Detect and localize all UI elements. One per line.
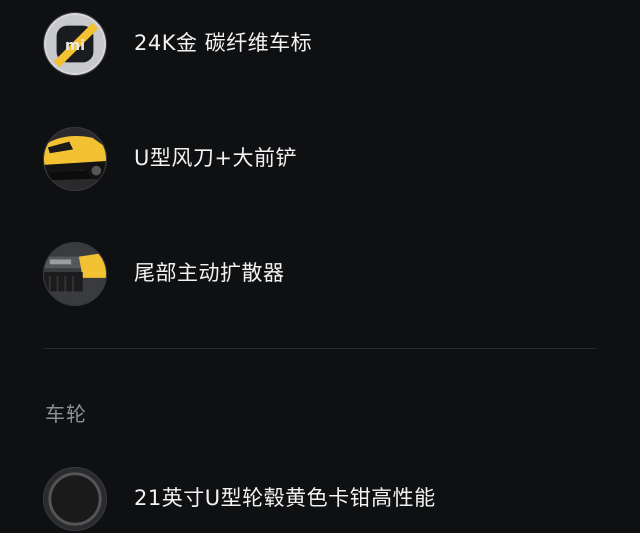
list-item-badge[interactable]: mi 24K金 碳纤维车标 xyxy=(0,8,640,78)
section-divider xyxy=(44,348,596,349)
list-item-front-splitter[interactable]: U型风刀+大前铲 xyxy=(0,123,640,193)
list-item-wheel[interactable]: 21英寸U型轮毂黄色卡钳高性能 xyxy=(0,463,640,533)
item-label: U型风刀+大前铲 xyxy=(134,146,297,170)
yellow-car-front-icon xyxy=(43,127,107,191)
gold-carbon-badge-icon: mi xyxy=(43,12,107,76)
section-title-wheels: 车轮 xyxy=(45,402,87,426)
item-label: 尾部主动扩散器 xyxy=(134,261,285,285)
list-item-rear-diffuser[interactable]: 尾部主动扩散器 xyxy=(0,238,640,308)
item-label: 21英寸U型轮毂黄色卡钳高性能 xyxy=(134,486,436,510)
item-label: 24K金 碳纤维车标 xyxy=(134,31,313,55)
rear-diffuser-icon xyxy=(43,242,107,306)
svg-text:mi: mi xyxy=(65,38,85,54)
wheel-icon xyxy=(43,467,107,531)
